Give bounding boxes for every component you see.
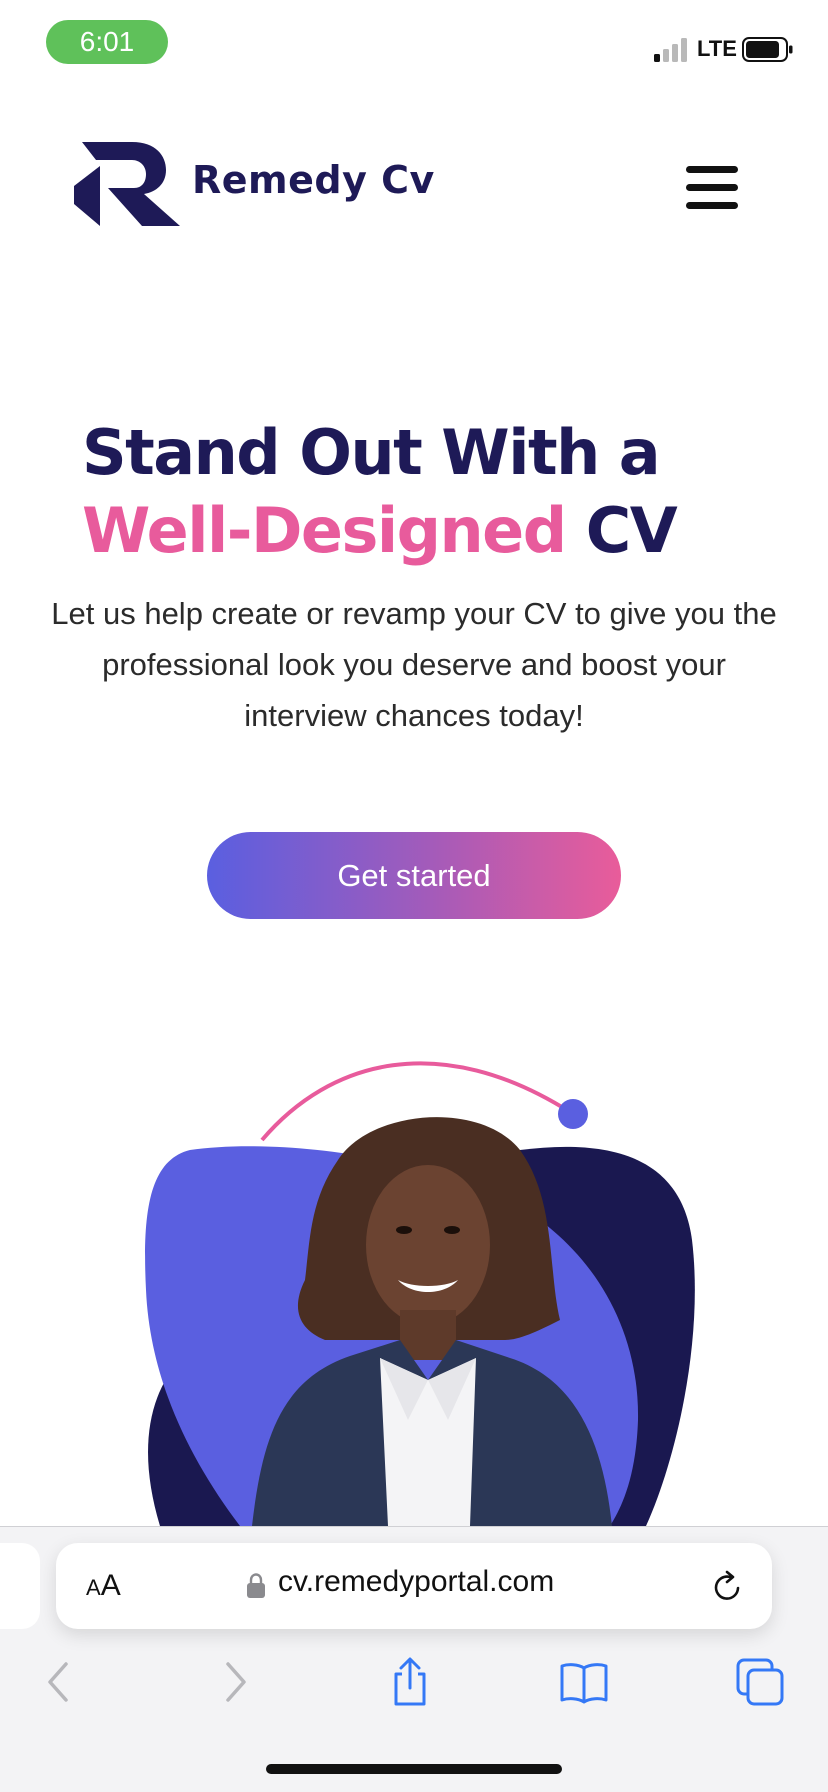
brand-name[interactable]: Remedy Cv (192, 158, 435, 202)
lock-icon (247, 1573, 265, 1598)
network-type: LTE (697, 36, 737, 61)
home-indicator[interactable] (266, 1764, 562, 1774)
share-icon[interactable] (384, 1656, 436, 1708)
site-header: Remedy Cv (0, 130, 828, 240)
reload-icon[interactable] (710, 1569, 746, 1605)
status-time: 6:01 (46, 20, 168, 64)
hero-illustration (145, 1061, 695, 1526)
cellular-signal-icon (654, 38, 687, 62)
decorative-dot (558, 1099, 588, 1129)
hero-subtitle: Let us help create or revamp your CV to … (51, 596, 777, 733)
status-bar: 6:01 LTE (0, 0, 828, 84)
text-size-button[interactable]: AA (86, 1569, 121, 1603)
chevron-right-icon[interactable] (210, 1656, 262, 1708)
text-size-small-label: A (86, 1575, 101, 1600)
hero-title-line2: Well-Designed CV (82, 492, 782, 570)
hamburger-menu-icon[interactable] (684, 164, 740, 212)
previous-tab-card[interactable] (0, 1543, 40, 1629)
hero-title-line1: Stand Out With a (82, 416, 661, 489)
chevron-left-icon[interactable] (32, 1656, 84, 1708)
hero-title: Stand Out With a Well-Designed CV (82, 414, 782, 570)
url-text[interactable]: cv.remedyportal.com (278, 1565, 554, 1599)
hero-title-end: CV (585, 494, 678, 567)
tabs-icon[interactable] (734, 1656, 786, 1708)
remedy-logo-icon[interactable] (74, 142, 180, 226)
hero-title-accent: Well-Designed (82, 494, 567, 567)
get-started-button[interactable]: Get started (207, 832, 621, 919)
text-size-big-label: A (100, 1569, 121, 1602)
battery-icon (742, 37, 793, 62)
address-bar[interactable]: AA cv.remedyportal.com (56, 1543, 772, 1629)
book-icon[interactable] (558, 1656, 610, 1708)
